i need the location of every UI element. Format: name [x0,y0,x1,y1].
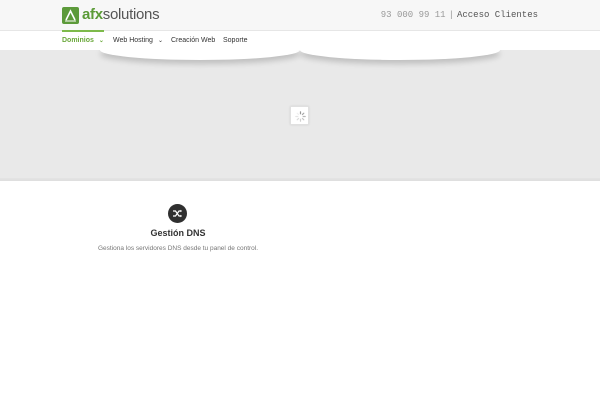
feature-description: Gestiona los servidores DNS desde tu pan… [97,245,259,252]
contact-separator: | [448,10,454,20]
main-nav: Dominios ⌄ Web Hosting ⌄ Creación Web So… [0,30,600,50]
loading-spinner [290,106,309,125]
contact-bar: 93 000 99 11 | Acceso Clientes [381,10,538,20]
hero-bottom-edge [0,178,600,181]
chevron-down-icon: ⌄ [157,38,163,44]
nav-item-dominios[interactable]: Dominios ⌄ [62,30,104,51]
top-header: afxsolutions 93 000 99 11 | Acceso Cliente… [0,0,600,30]
nav-item-web-hosting[interactable]: Web Hosting ⌄ [113,31,163,51]
nav-item-soporte[interactable]: Soporte [223,31,248,51]
brand-logo[interactable]: afxsolutions [62,6,160,24]
client-login-link[interactable]: Acceso Clientes [457,10,538,20]
hero-shadow-right [300,50,500,60]
chevron-down-icon: ⌄ [98,38,104,44]
phone-number[interactable]: 93 000 99 11 [381,10,446,20]
shuffle-icon [168,204,187,223]
nav-item-label: Creación Web [171,37,216,44]
logo-mark-icon [62,6,79,24]
nav-item-creacion-web[interactable]: Creación Web [171,31,215,51]
nav-item-label: Dominios [62,37,94,44]
logo-text: afxsolutions [82,6,160,24]
logo-text-solutions: solutions [102,6,160,23]
nav-item-label: Soporte [223,37,248,44]
nav-item-label: Web Hosting [113,37,153,44]
logo-text-afx: afx [82,6,103,23]
spinner-icon [295,111,306,122]
hero-shadow-left [100,50,300,60]
feature-title: Gestión DNS [150,228,206,238]
